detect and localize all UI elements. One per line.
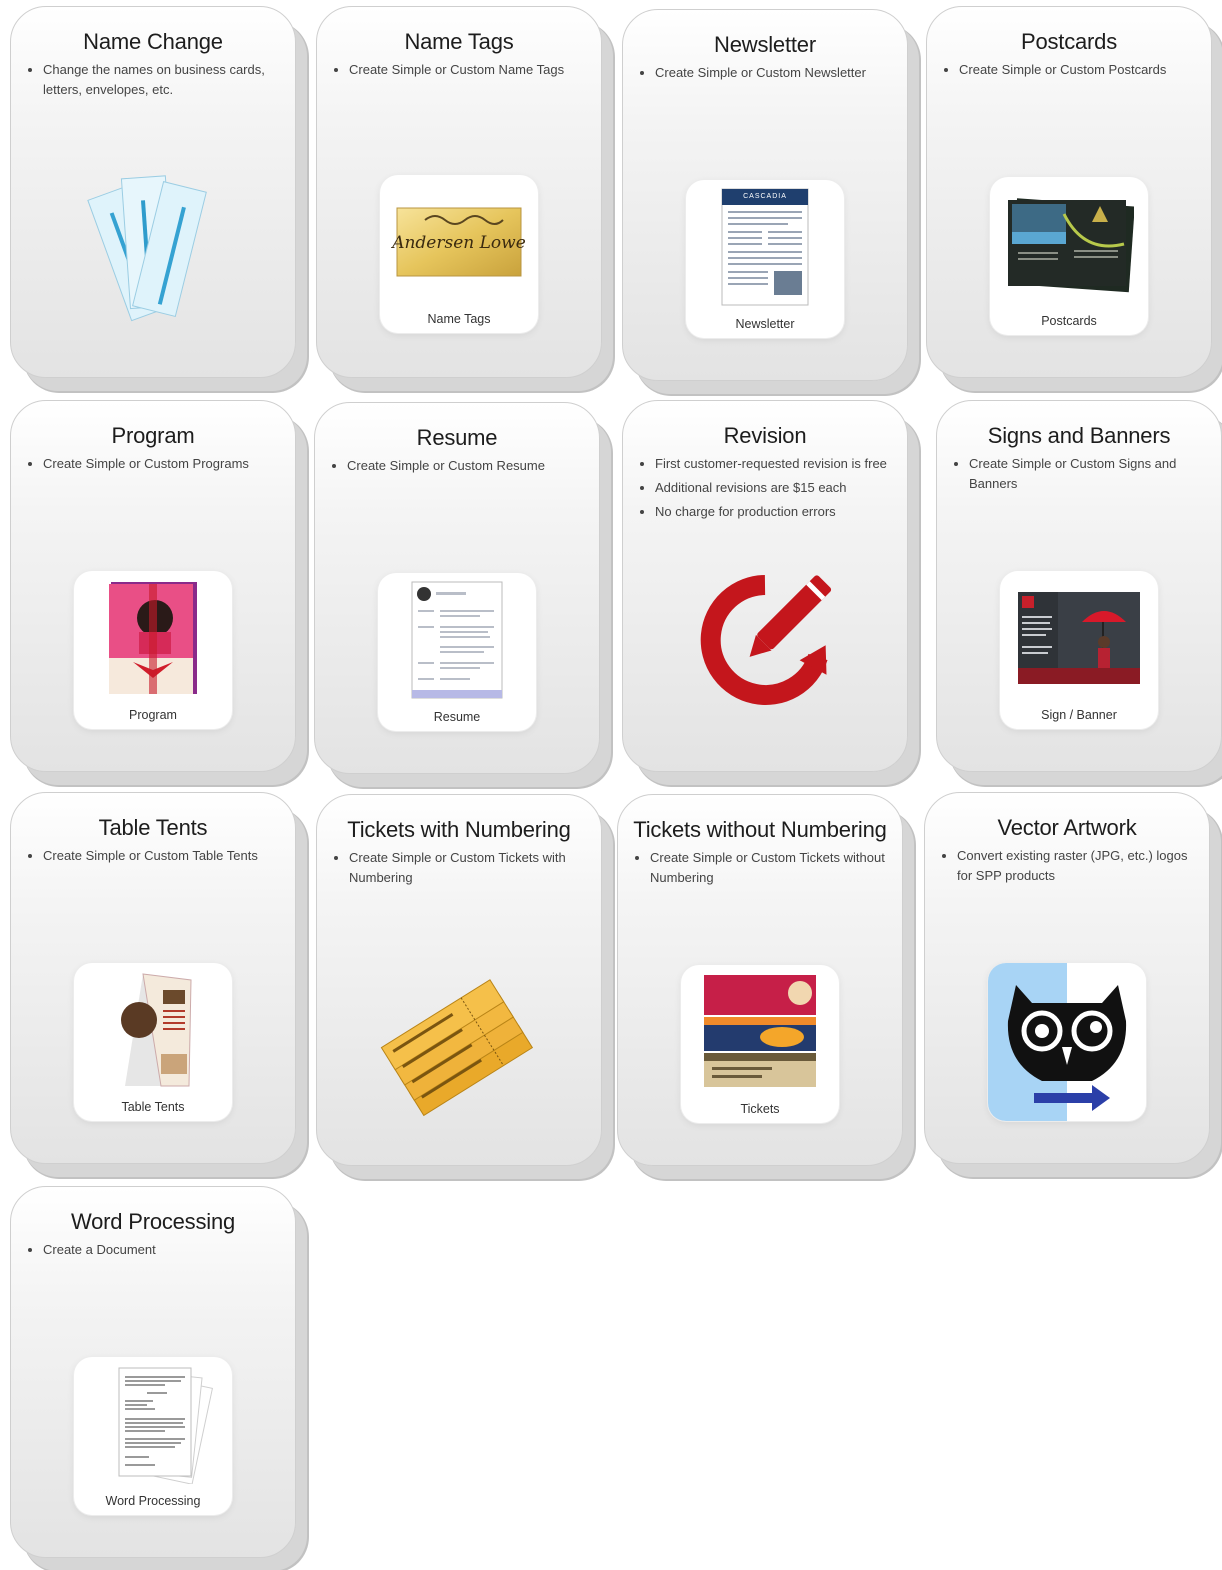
bullet-item: First customer-requested revision is fre… bbox=[655, 454, 895, 474]
bullet-item: Create Simple or Custom Resume bbox=[347, 456, 587, 476]
card-newsletter[interactable]: Newsletter Create Simple or Custom Newsl… bbox=[622, 9, 908, 381]
thumb-label: Tickets bbox=[740, 1102, 780, 1116]
revision-pencil-icon bbox=[680, 565, 850, 715]
tickets-thumbnail[interactable]: Tickets bbox=[681, 965, 839, 1123]
bullet-item: Change the names on business cards, lett… bbox=[43, 60, 283, 100]
card-bullets: Create Simple or Custom Table Tents bbox=[39, 846, 283, 866]
card-title: Tickets without Numbering bbox=[633, 817, 887, 842]
card-bullets: Create Simple or Custom Programs bbox=[39, 454, 283, 474]
newsletter-thumbnail[interactable]: CASCADIA Newsletter bbox=[686, 180, 844, 338]
numbered-tickets-icon bbox=[374, 971, 544, 1121]
card-bullets: Create Simple or Custom Signs and Banner… bbox=[965, 454, 1209, 494]
name-tags-thumbnail[interactable]: Andersen Lowe Name Tags bbox=[380, 175, 538, 333]
bullet-item: Additional revisions are $15 each bbox=[655, 478, 895, 498]
card-title: Name Tags bbox=[404, 29, 514, 54]
postcards-thumbnail[interactable]: Postcards bbox=[990, 177, 1148, 335]
program-icon bbox=[74, 579, 232, 697]
thumb-label: Name Tags bbox=[427, 312, 491, 326]
word-processing-thumbnail[interactable]: Word Processing bbox=[74, 1357, 232, 1515]
card-tickets-numbering[interactable]: Tickets with Numbering Create Simple or … bbox=[316, 794, 602, 1166]
table-tents-thumbnail[interactable]: Table Tents bbox=[74, 963, 232, 1121]
bullet-item: No charge for production errors bbox=[655, 502, 895, 522]
postcard-icon bbox=[990, 185, 1148, 303]
card-title: Postcards bbox=[1020, 29, 1118, 54]
card-bullets: Create Simple or Custom Resume bbox=[343, 456, 587, 476]
card-title: Tickets with Numbering bbox=[347, 817, 571, 842]
card-vector-artwork[interactable]: Vector Artwork Convert existing raster (… bbox=[924, 792, 1210, 1164]
thumb-label: Sign / Banner bbox=[1041, 708, 1117, 722]
card-table-tents[interactable]: Table Tents Create Simple or Custom Tabl… bbox=[10, 792, 296, 1164]
bullet-item: Create Simple or Custom Signs and Banner… bbox=[969, 454, 1209, 494]
card-bullets: Convert existing raster (JPG, etc.) logo… bbox=[953, 846, 1197, 886]
card-bullets: First customer-requested revision is fre… bbox=[651, 454, 895, 522]
vector-artwork-thumbnail[interactable] bbox=[988, 963, 1146, 1121]
thumb-label: Newsletter bbox=[735, 317, 795, 331]
sign-banner-thumbnail[interactable]: Sign / Banner bbox=[1000, 571, 1158, 729]
business-cards-icon bbox=[68, 175, 238, 325]
bullet-item: Convert existing raster (JPG, etc.) logo… bbox=[957, 846, 1197, 886]
card-tickets-without-numbering[interactable]: Tickets without Numbering Create Simple … bbox=[617, 794, 903, 1166]
bullet-item: Create Simple or Custom Postcards bbox=[959, 60, 1199, 80]
newsletter-masthead: CASCADIA bbox=[743, 193, 787, 200]
card-resume[interactable]: Resume Create Simple or Custom Resume Re… bbox=[314, 402, 600, 774]
card-title: Revision bbox=[723, 423, 807, 448]
card-bullets: Create Simple or Custom Tickets without … bbox=[646, 848, 890, 888]
card-title: Word Processing bbox=[70, 1209, 236, 1234]
card-word-processing[interactable]: Word Processing Create a Document Word P… bbox=[10, 1186, 296, 1558]
bullet-item: Create Simple or Custom Tickets without … bbox=[650, 848, 890, 888]
name-tag-text: Andersen Lowe bbox=[392, 233, 526, 253]
thumb-label: Table Tents bbox=[121, 1100, 185, 1114]
card-title: Name Change bbox=[83, 29, 223, 54]
card-title: Signs and Banners bbox=[987, 423, 1171, 448]
card-bullets: Create Simple or Custom Tickets with Num… bbox=[345, 848, 589, 888]
bullet-item: Create Simple or Custom Name Tags bbox=[349, 60, 589, 80]
vector-owl-icon bbox=[988, 963, 1146, 1121]
card-bullets: Create Simple or Custom Postcards bbox=[955, 60, 1199, 80]
thumb-label: Word Processing bbox=[105, 1494, 201, 1508]
table-tent-icon bbox=[74, 971, 232, 1089]
bullet-item: Create a Document bbox=[43, 1240, 283, 1260]
card-revision[interactable]: Revision First customer-requested revisi… bbox=[622, 400, 908, 772]
card-title: Program bbox=[111, 423, 195, 448]
card-bullets: Change the names on business cards, lett… bbox=[39, 60, 283, 100]
thumb-label: Program bbox=[129, 708, 177, 722]
card-bullets: Create Simple or Custom Newsletter bbox=[651, 63, 895, 83]
program-thumbnail[interactable]: Program bbox=[74, 571, 232, 729]
card-signs-banners[interactable]: Signs and Banners Create Simple or Custo… bbox=[936, 400, 1222, 772]
document-stack-icon bbox=[74, 1365, 232, 1484]
tickets-icon bbox=[681, 973, 839, 1091]
card-name-tags[interactable]: Name Tags Create Simple or Custom Name T… bbox=[316, 6, 602, 378]
card-title: Vector Artwork bbox=[997, 815, 1137, 840]
card-title: Newsletter bbox=[714, 32, 816, 57]
bullet-item: Create Simple or Custom Tickets with Num… bbox=[349, 848, 589, 888]
card-postcards[interactable]: Postcards Create Simple or Custom Postca… bbox=[926, 6, 1212, 378]
bullet-item: Create Simple or Custom Table Tents bbox=[43, 846, 283, 866]
card-bullets: Create Simple or Custom Name Tags bbox=[345, 60, 589, 80]
resume-thumbnail[interactable]: Resume bbox=[378, 573, 536, 731]
card-title: Resume bbox=[416, 425, 498, 450]
resume-icon bbox=[378, 581, 536, 699]
bullet-item: Create Simple or Custom Newsletter bbox=[655, 63, 895, 83]
card-name-change[interactable]: Name Change Change the names on business… bbox=[10, 6, 296, 378]
card-program[interactable]: Program Create Simple or Custom Programs… bbox=[10, 400, 296, 772]
card-title: Table Tents bbox=[98, 815, 208, 840]
card-bullets: Create a Document bbox=[39, 1240, 283, 1260]
newsletter-icon bbox=[686, 188, 844, 306]
bullet-item: Create Simple or Custom Programs bbox=[43, 454, 283, 474]
thumb-label: Resume bbox=[433, 710, 481, 724]
thumb-label: Postcards bbox=[1041, 314, 1097, 328]
sign-banner-icon bbox=[1000, 579, 1158, 697]
